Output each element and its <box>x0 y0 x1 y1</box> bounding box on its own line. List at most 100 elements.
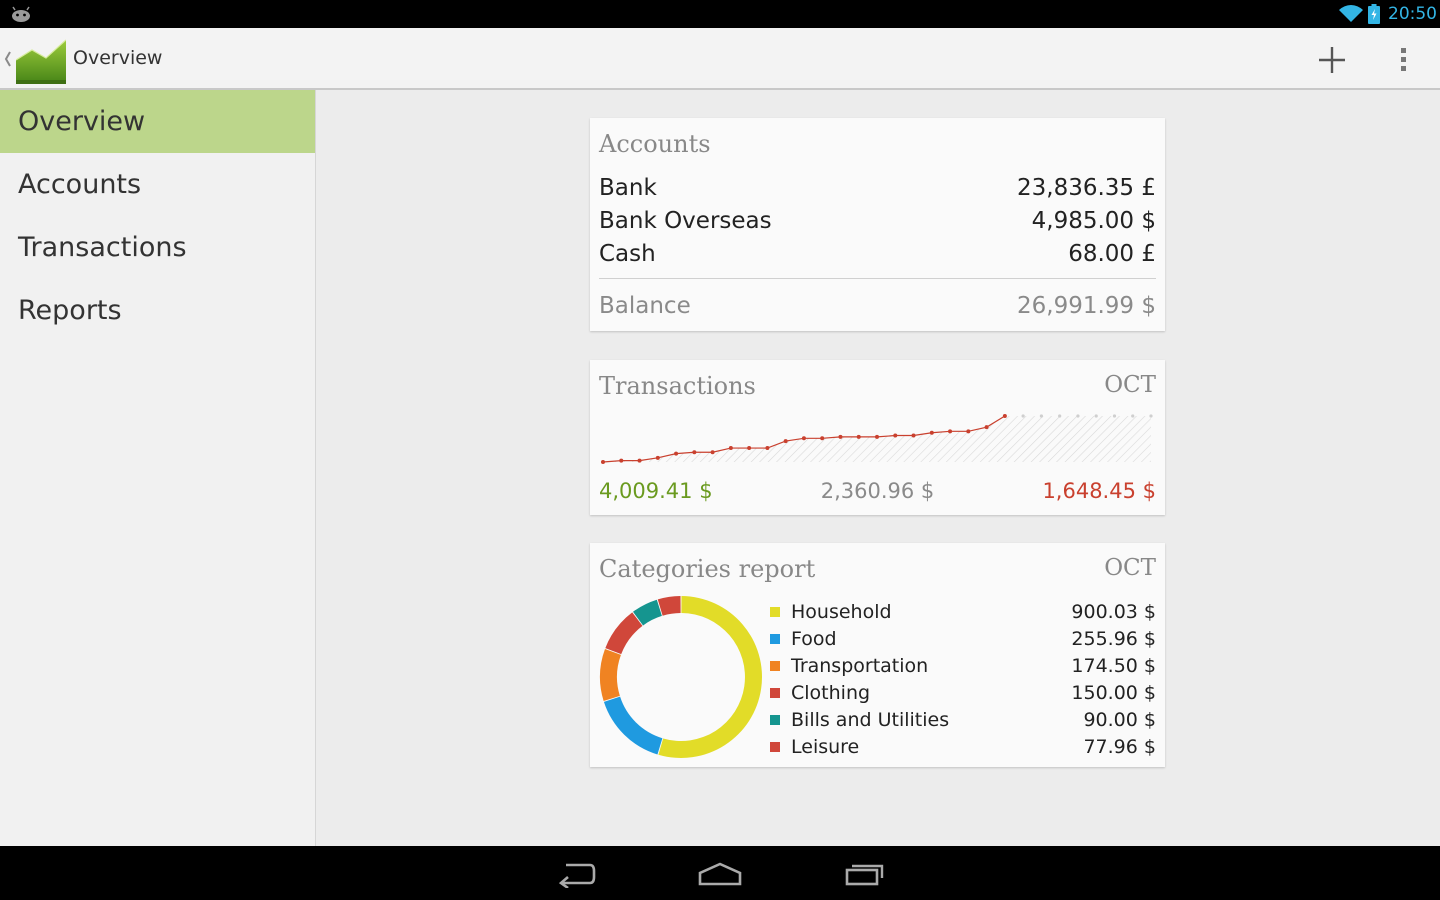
add-button[interactable] <box>1308 36 1356 84</box>
legend-item: Food 255.96 $ <box>770 625 1156 652</box>
transactions-line-chart <box>601 414 1153 464</box>
categories-donut-chart <box>599 596 762 758</box>
categories-report-card[interactable]: Categories report OCT Household 900.03 $ F… <box>590 543 1165 767</box>
back-icon <box>558 863 596 888</box>
account-name: Bank Overseas <box>599 208 772 234</box>
donut-slice-leisure <box>657 596 681 616</box>
chart-data-point <box>710 450 715 455</box>
account-amount: 68.00 £ <box>1068 241 1156 267</box>
legend-item: Leisure 77.96 $ <box>770 733 1156 760</box>
page-title: Overview <box>73 47 163 69</box>
legend-swatch <box>770 714 780 725</box>
back-button[interactable] <box>546 856 606 892</box>
legend-swatch <box>770 741 780 752</box>
accounts-card-title: Accounts <box>599 130 711 158</box>
balance-label: Balance <box>599 293 691 319</box>
account-row-bank-overseas[interactable]: Bank Overseas 4,985.00 $ <box>599 208 1156 234</box>
chart-future-point <box>1149 414 1153 418</box>
account-name: Cash <box>599 241 656 267</box>
legend-item: Clothing 150.00 $ <box>770 679 1156 706</box>
chart-data-point <box>984 425 989 430</box>
income-total: 4,009.41 $ <box>599 479 713 503</box>
donut-slice-household <box>658 596 762 758</box>
categories-card-title: Categories report <box>599 555 816 583</box>
transactions-month: OCT <box>1104 372 1156 398</box>
chart-data-point <box>728 446 733 451</box>
action-bar: Overview <box>0 28 1440 90</box>
app-chart-icon[interactable] <box>16 36 66 84</box>
legend-amount: 900.03 $ <box>1071 600 1156 623</box>
account-row-bank[interactable]: Bank 23,836.35 £ <box>599 175 1156 201</box>
sidebar-item-transactions[interactable]: Transactions <box>0 216 315 279</box>
chart-data-point <box>692 450 697 455</box>
categories-month: OCT <box>1104 555 1156 581</box>
chart-future-point <box>1039 414 1043 418</box>
chart-data-point <box>801 436 806 441</box>
donut-slice-transportation <box>599 649 621 701</box>
net-total: 2,360.96 $ <box>820 479 935 503</box>
android-notification-icon <box>12 6 30 22</box>
status-bar: 20:50 <box>0 0 1440 28</box>
accounts-card[interactable]: Accounts Bank 23,836.35 £ Bank Overseas … <box>590 118 1165 331</box>
legend-amount: 255.96 $ <box>1071 627 1156 650</box>
account-amount: 4,985.00 $ <box>1031 208 1156 234</box>
chart-data-point <box>911 433 916 438</box>
account-row-cash[interactable]: Cash 68.00 £ <box>599 241 1156 267</box>
chart-data-point <box>765 446 770 451</box>
chart-data-point <box>747 446 752 451</box>
sidebar-item-reports[interactable]: Reports <box>0 279 315 342</box>
add-icon <box>1319 47 1345 73</box>
up-caret-icon[interactable] <box>4 50 12 68</box>
chart-data-point <box>966 429 971 434</box>
chart-data-point <box>893 433 898 438</box>
sidebar-item-label: Reports <box>18 295 122 326</box>
system-nav-bar <box>0 846 1440 900</box>
chart-data-point <box>637 458 642 463</box>
wifi-icon <box>1339 5 1363 23</box>
account-name: Bank <box>599 175 657 201</box>
sidebar-item-overview[interactable]: Overview <box>0 90 315 153</box>
chart-future-point <box>1094 414 1098 418</box>
sidebar-item-accounts[interactable]: Accounts <box>0 153 315 216</box>
chart-data-point <box>601 460 605 464</box>
chart-data-point <box>875 434 879 439</box>
accounts-divider <box>599 278 1156 279</box>
chart-data-point <box>619 458 624 463</box>
home-button[interactable] <box>690 856 750 892</box>
chart-future-point <box>1058 414 1062 418</box>
chart-future-point <box>1112 414 1117 418</box>
account-amount: 23,836.35 £ <box>1017 175 1156 201</box>
transactions-card[interactable]: Transactions OCT 4,009.41 $ 2,360.96 $ 1… <box>590 360 1165 515</box>
legend-swatch <box>770 660 780 671</box>
legend-label: Household <box>791 600 892 623</box>
donut-slice-clothing <box>605 612 643 655</box>
status-clock: 20:50 <box>1388 4 1437 24</box>
chart-data-point <box>820 436 825 441</box>
legend-label: Clothing <box>791 681 871 704</box>
transactions-card-title: Transactions <box>599 372 756 400</box>
chart-future-point <box>1131 414 1135 418</box>
sidebar-item-label: Accounts <box>18 169 142 200</box>
legend-amount: 90.00 $ <box>1083 708 1156 731</box>
sidebar-nav: Overview Accounts Transactions Reports <box>0 90 316 846</box>
legend-amount: 150.00 $ <box>1071 681 1156 704</box>
balance-amount: 26,991.99 $ <box>1017 293 1156 319</box>
legend-label: Leisure <box>791 735 860 758</box>
legend-swatch <box>770 687 780 698</box>
legend-amount: 77.96 $ <box>1083 735 1156 758</box>
sidebar-item-label: Overview <box>18 106 146 137</box>
chart-data-point <box>783 439 788 444</box>
transactions-totals: 4,009.41 $ 2,360.96 $ 1,648.45 $ <box>599 479 1156 503</box>
main-content: Accounts Bank 23,836.35 £ Bank Overseas … <box>316 90 1440 846</box>
overflow-menu-button[interactable] <box>1384 36 1424 84</box>
chart-data-point <box>674 451 679 456</box>
legend-amount: 174.50 $ <box>1071 654 1156 677</box>
categories-legend: Household 900.03 $ Food 255.96 $ Transportat… <box>770 598 1156 760</box>
legend-item: Transportation 174.50 $ <box>770 652 1156 679</box>
sidebar-item-label: Transactions <box>18 232 187 263</box>
recent-apps-icon <box>845 864 884 886</box>
chart-data-point <box>948 429 953 434</box>
donut-slice-food <box>603 696 663 755</box>
recent-apps-button[interactable] <box>835 856 895 892</box>
chart-data-point <box>655 455 660 460</box>
